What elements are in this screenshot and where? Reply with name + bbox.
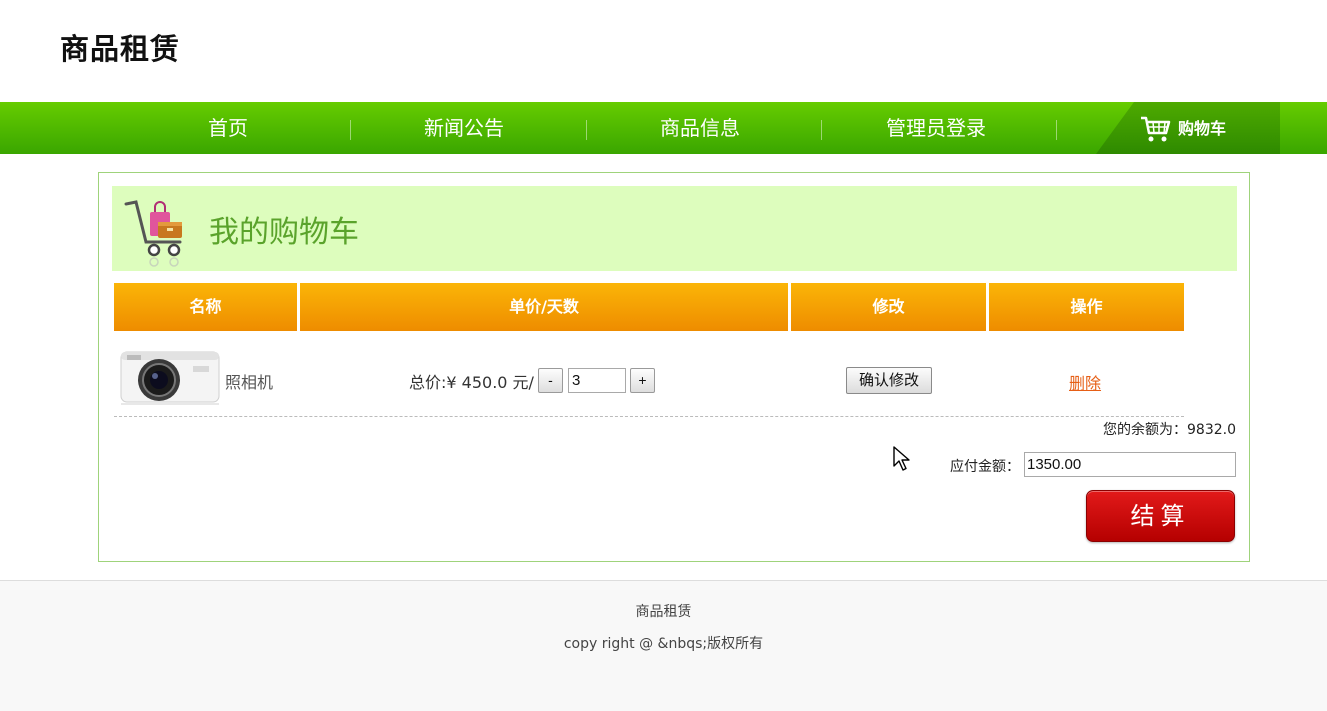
payable-amount-field[interactable]: [1024, 452, 1236, 477]
nav-separator: [586, 120, 587, 140]
column-header-name: 名称: [114, 283, 297, 331]
mouse-pointer-icon: [893, 446, 910, 471]
nav-separator: [350, 120, 351, 140]
nav-item-home[interactable]: 首页: [130, 102, 326, 154]
site-title: 商品租赁: [60, 32, 181, 66]
column-header-modify: 修改: [791, 283, 986, 331]
total-price-text: 总价:¥ 450.0 元/: [409, 372, 534, 392]
nav-item-admin-login[interactable]: 管理员登录: [838, 102, 1034, 154]
product-name: 照相机: [225, 373, 274, 392]
nav-cart-tab[interactable]: 购物车: [1096, 102, 1280, 154]
payable-label: 应付金额：: [950, 459, 1020, 475]
column-header-price: 单价/天数: [300, 283, 788, 331]
nav-item-news[interactable]: 新闻公告: [366, 102, 562, 154]
cart-title: 我的购物车: [209, 215, 359, 250]
footer: 商品租赁 copy right @ &nbqs;版权所有: [0, 580, 1327, 711]
shopping-cart-icon: [1141, 116, 1171, 142]
cart-panel: 我的购物车 名称 单价/天数 修改 操作 照相机 总价:¥ 450.0 元/ -…: [98, 172, 1250, 562]
delete-link[interactable]: 删除: [1069, 370, 1101, 394]
nav-separator: [821, 120, 822, 140]
cart-header: 我的购物车: [112, 186, 1237, 271]
increment-button[interactable]: +: [629, 368, 655, 393]
column-header-action: 操作: [989, 283, 1184, 331]
checkout-button[interactable]: 结算: [1086, 490, 1235, 542]
camera-product-image: [120, 351, 220, 405]
footer-site-name: 商品租赁: [635, 604, 692, 620]
nav-separator: [1056, 120, 1057, 140]
price-quantity-cell: 总价:¥ 450.0 元/ - +: [409, 368, 655, 393]
decrement-button[interactable]: -: [537, 368, 563, 393]
quantity-input[interactable]: [567, 368, 626, 393]
nav-item-products[interactable]: 商品信息: [602, 102, 798, 154]
nav-cart-label: 购物车: [1178, 119, 1227, 138]
main-nav: 首页 新闻公告 商品信息 管理员登录 购物车: [0, 102, 1327, 154]
shopping-trolley-icon: [124, 200, 182, 267]
confirm-modify-button[interactable]: 确认修改: [846, 367, 932, 394]
row-divider: [114, 416, 1184, 417]
balance-text: 您的余额为：9832.0: [1103, 422, 1236, 438]
footer-copyright: copy right @ &nbqs;版权所有: [563, 636, 764, 652]
